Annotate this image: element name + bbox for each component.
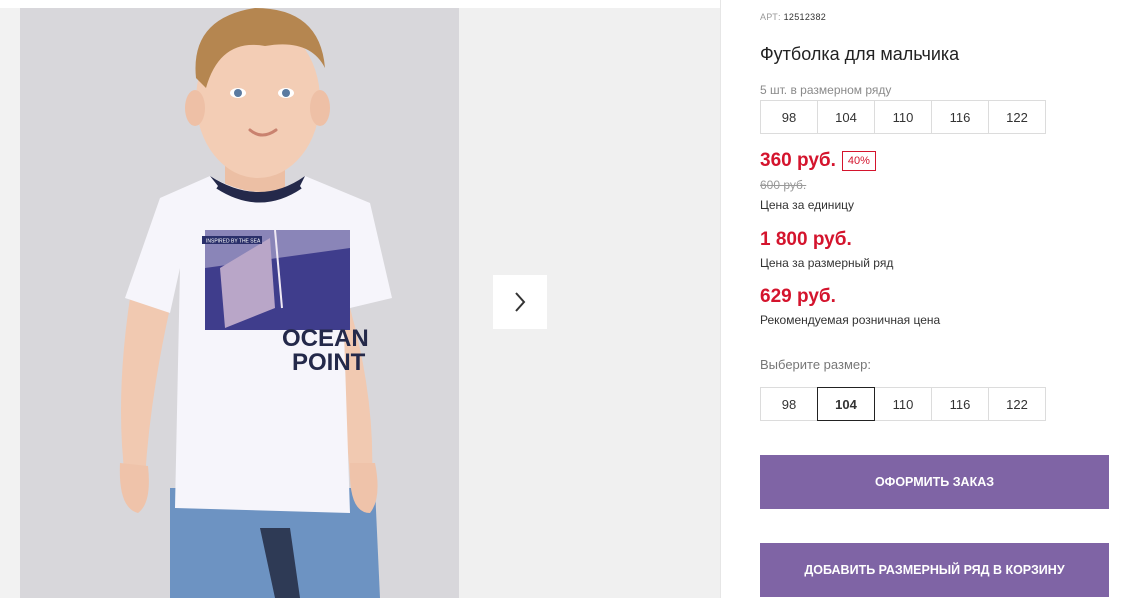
pack-size-98: 98 (760, 100, 818, 134)
unit-price: 360 руб. (760, 150, 836, 171)
size-option-98[interactable]: 98 (760, 387, 818, 421)
gallery-next-button[interactable] (493, 275, 547, 329)
sku: АРТ: 12512382 (760, 12, 826, 22)
chevron-right-icon (515, 292, 526, 312)
pack-price-note: Цена за размерный ряд (760, 256, 894, 270)
sku-label: АРТ: (760, 12, 781, 22)
size-option-122[interactable]: 122 (988, 387, 1046, 421)
unit-price-row: 360 руб. 40% (760, 150, 876, 172)
pack-size-104: 104 (817, 100, 875, 134)
print-banner-text: INSPIRED BY THE SEA (206, 239, 261, 245)
sku-value: 12512382 (783, 12, 827, 22)
order-button[interactable]: Оформить заказ (760, 455, 1109, 509)
choose-size-label: Выберите размер: (760, 357, 871, 372)
pack-size-116: 116 (931, 100, 989, 134)
pack-note: 5 шт. в размерном ряду (760, 83, 892, 97)
product-photo: INSPIRED BY THE SEA OCEAN POINT (20, 8, 459, 598)
add-pack-to-cart-button[interactable]: Добавить размерный ряд в корзину (760, 543, 1109, 597)
pack-size-110: 110 (874, 100, 932, 134)
pack-size-122: 122 (988, 100, 1046, 134)
pack-price: 1 800 руб. (760, 229, 852, 250)
pack-size-list: 98 104 110 116 122 (760, 100, 1046, 134)
gallery-edge (0, 8, 20, 598)
size-selector: 98 104 110 116 122 (760, 387, 1046, 421)
retail-price: 629 руб. (760, 286, 836, 307)
size-option-116[interactable]: 116 (931, 387, 989, 421)
product-title: Футболка для мальчика (760, 44, 960, 64)
product-gallery: INSPIRED BY THE SEA OCEAN POINT (0, 0, 720, 598)
print-line-2: POINT (292, 349, 366, 376)
old-price: 600 руб. (760, 178, 807, 192)
size-option-104[interactable]: 104 (817, 387, 875, 421)
print-line-1: OCEAN (282, 325, 369, 352)
divider (720, 0, 721, 598)
size-option-110[interactable]: 110 (874, 387, 932, 421)
boy-in-tshirt-image: INSPIRED BY THE SEA OCEAN POINT (20, 8, 459, 598)
unit-price-note: Цена за единицу (760, 198, 855, 212)
discount-badge: 40% (841, 151, 876, 171)
retail-price-note: Рекомендуемая розничная цена (760, 313, 941, 327)
